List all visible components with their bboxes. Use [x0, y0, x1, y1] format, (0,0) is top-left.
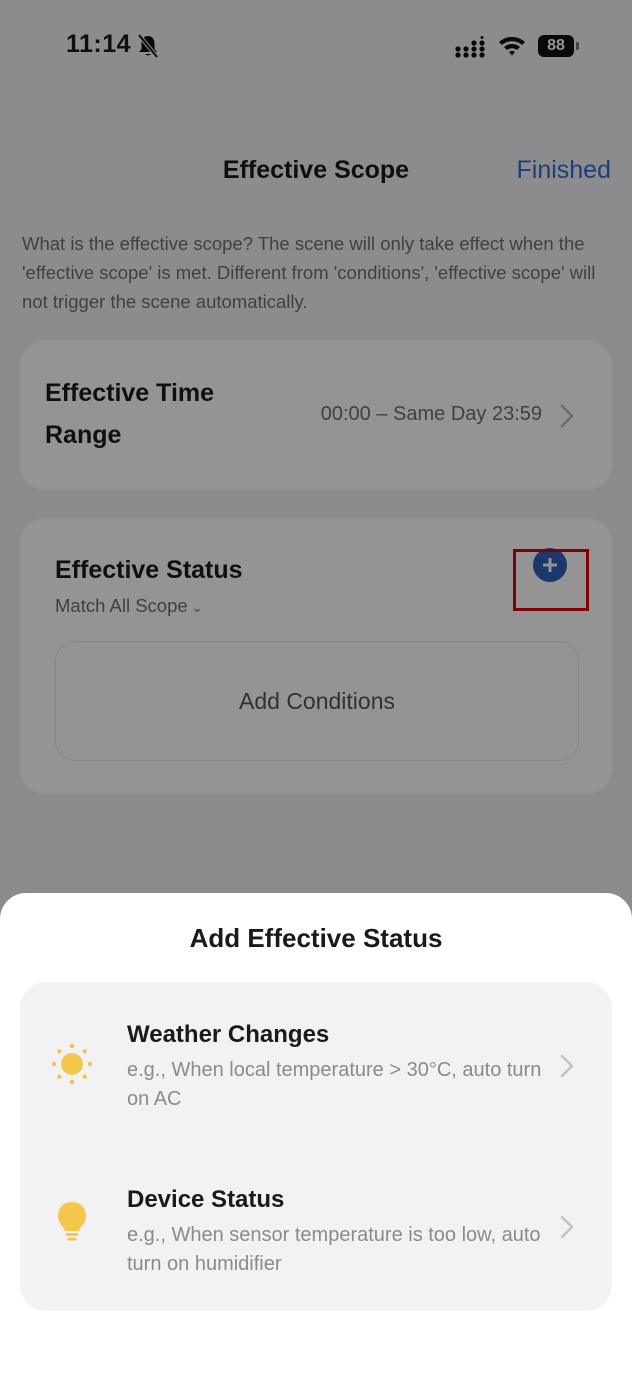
- device-status-option[interactable]: Device Status e.g., When sensor temperat…: [20, 1147, 612, 1311]
- option-description: e.g., When sensor temperature is too low…: [127, 1224, 541, 1275]
- lightbulb-icon: [58, 1202, 86, 1241]
- sun-icon: [51, 1043, 93, 1085]
- option-title: Device Status: [127, 1186, 285, 1213]
- option-title: Weather Changes: [127, 1021, 330, 1048]
- weather-changes-option[interactable]: Weather Changes e.g., When local tempera…: [20, 982, 612, 1146]
- chevron-right-icon: [560, 1215, 574, 1239]
- option-description: e.g., When local temperature > 30°C, aut…: [127, 1059, 542, 1110]
- sheet-title: Add Effective Status: [189, 923, 443, 953]
- status-options-list: Weather Changes e.g., When local tempera…: [20, 982, 612, 1311]
- add-effective-status-sheet: Add Effective Status Weather Changes e.g…: [0, 893, 632, 1386]
- chevron-right-icon: [560, 1054, 574, 1078]
